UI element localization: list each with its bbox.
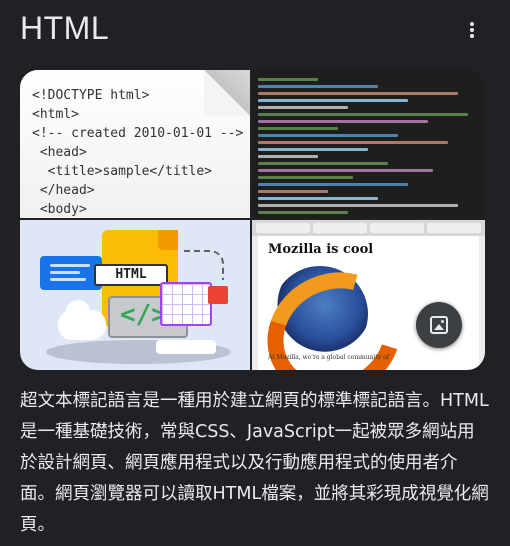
dashed-connector: [184, 250, 224, 280]
card-line: [50, 264, 90, 267]
editor-code-lines: [252, 70, 485, 218]
editor-code-line: [258, 92, 458, 95]
more-options-button[interactable]: [460, 18, 484, 42]
image-html-code-document[interactable]: <!DOCTYPE html> <html> <!-- created 2010…: [20, 70, 250, 218]
browser-tab: [256, 223, 310, 233]
browser-tab: [313, 223, 367, 233]
editor-code-line: [258, 204, 458, 207]
image-html-illustration[interactable]: HTML </>: [20, 220, 250, 370]
blue-card: [40, 256, 102, 290]
editor-code-line: [258, 211, 348, 214]
html-tag-label: HTML: [94, 264, 168, 286]
more-vert-icon-dot: [470, 28, 474, 32]
editor-code-line: [258, 141, 448, 144]
grid-card: [160, 282, 212, 326]
editor-code-line: [258, 127, 338, 130]
editor-code-line: [258, 183, 408, 186]
file-corner: [158, 230, 178, 250]
firefox-logo-icon: [272, 266, 368, 362]
editor-code-line: [258, 190, 328, 193]
image-code-editor[interactable]: [252, 70, 485, 218]
image-grid: <!DOCTYPE html> <html> <!-- created 2010…: [20, 70, 485, 370]
browser-tabs: [252, 220, 485, 236]
mozilla-heading: Mozilla is cool: [268, 242, 374, 257]
editor-code-line: [258, 120, 428, 123]
editor-code-line: [258, 197, 378, 200]
image-icon: [430, 316, 448, 334]
editor-code-line: [258, 113, 468, 116]
editor-code-line: [258, 148, 368, 151]
editor-code-line: [258, 106, 348, 109]
editor-code-line: [258, 169, 433, 172]
page-caption: At Mozilla, we're a global community of: [268, 354, 389, 361]
editor-code-line: [258, 162, 388, 165]
more-vert-icon-dot: [470, 34, 474, 38]
description-text: 超文本標記語言是一種用於建立網頁的標準標記語言。HTML是一種基礎技術，常與CS…: [20, 391, 489, 535]
more-images-button[interactable]: [416, 302, 462, 348]
editor-code-line: [258, 99, 408, 102]
editor-code-line: [258, 85, 378, 88]
editor-code-line: [258, 176, 353, 179]
editor-code-line: [258, 78, 318, 81]
editor-code-line: [258, 155, 318, 158]
keyboard-icon: [156, 340, 216, 354]
cloud-icon: [58, 300, 106, 340]
more-vert-icon: [470, 22, 474, 26]
red-square: [208, 286, 228, 304]
code-snippet: <!DOCTYPE html> <html> <!-- created 2010…: [32, 88, 244, 217]
browser-tab: [427, 223, 481, 233]
browser-tab: [370, 223, 424, 233]
card-line: [50, 271, 80, 274]
editor-code-line: [258, 134, 398, 137]
page-title: HTML: [20, 10, 110, 46]
image-mozilla-browser[interactable]: Mozilla is cool At Mozilla, we're a glob…: [252, 220, 485, 370]
card-line: [50, 278, 86, 281]
